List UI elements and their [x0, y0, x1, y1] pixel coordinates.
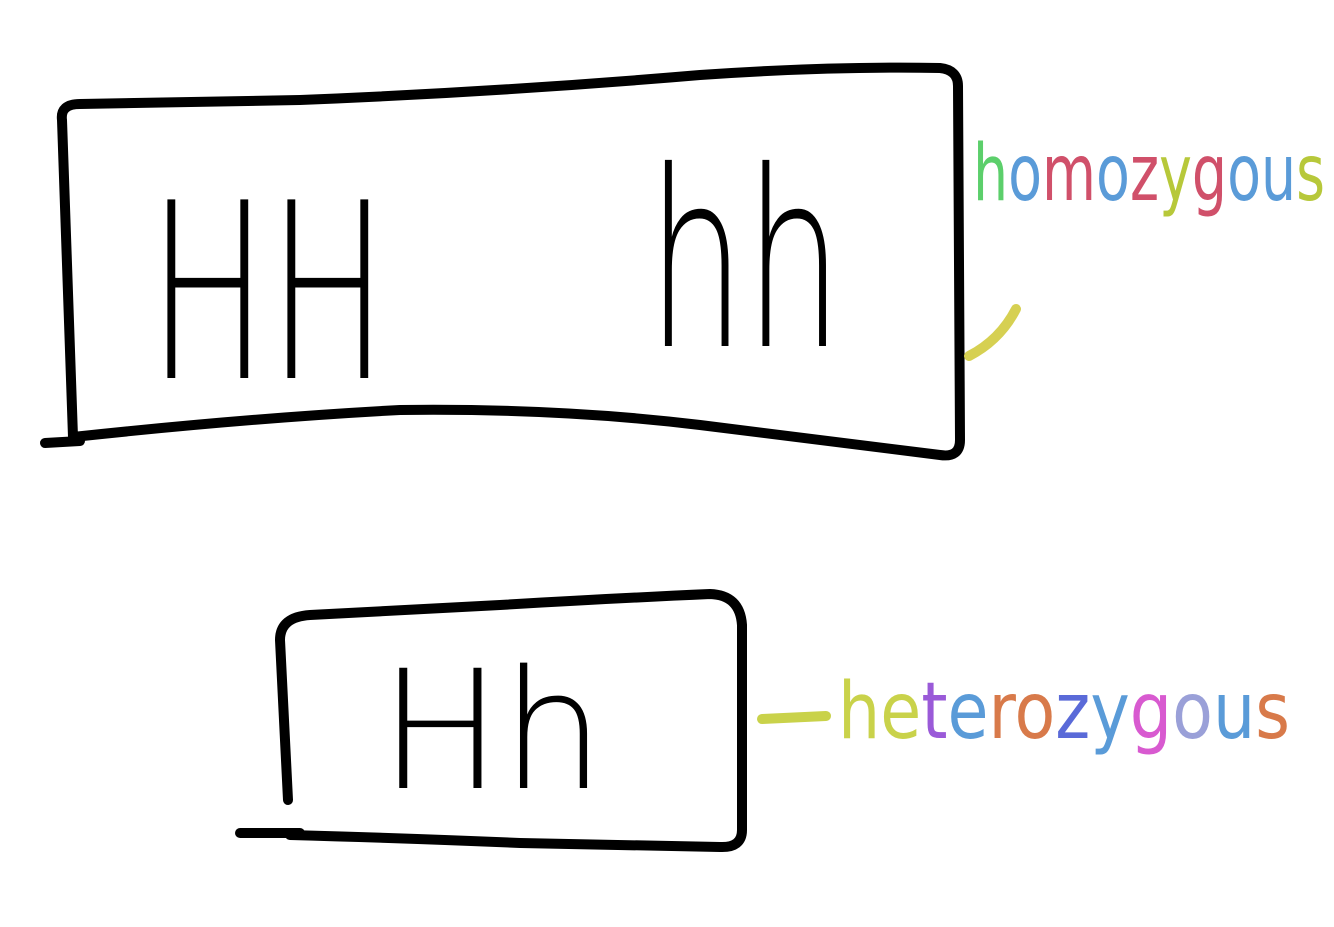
label-letter: u: [1261, 129, 1296, 219]
label-letter: s: [1255, 667, 1290, 757]
label-letter: o: [1014, 667, 1055, 757]
label-letter: s: [1296, 129, 1325, 219]
genotype-diagram: HH hh homozygous Hh heterozygous: [40, 62, 1325, 853]
heterozygous-label: heterozygous: [838, 667, 1290, 757]
homozygous-group: HH hh homozygous: [40, 62, 1325, 461]
label-letter: o: [1008, 129, 1042, 219]
homozygous-box-tail: [40, 436, 85, 448]
genotype-hh: hh: [648, 119, 843, 404]
label-letter: m: [1042, 129, 1096, 219]
label-letter: o: [1227, 129, 1261, 219]
label-letter: y: [1090, 667, 1129, 757]
homozygous-label: homozygous: [973, 129, 1325, 219]
label-letter: h: [838, 667, 880, 757]
label-letter: g: [1192, 129, 1227, 219]
label-letter: t: [921, 667, 947, 757]
label-letter: g: [1130, 667, 1172, 757]
label-letter: e: [880, 667, 921, 757]
label-letter: z: [1130, 129, 1159, 219]
heterozygous-bracket: [757, 711, 831, 724]
label-letter: r: [989, 667, 1017, 757]
label-letter: e: [947, 667, 988, 757]
homozygous-bracket: [964, 304, 1021, 361]
genotype-Hh: Hh: [380, 635, 605, 827]
label-letter: z: [1055, 667, 1090, 757]
label-letter: u: [1213, 667, 1255, 757]
hetero-label-text: heterozygous: [838, 667, 1290, 757]
label-letter: y: [1159, 129, 1192, 219]
genotype-HH: HH: [148, 151, 388, 436]
label-letter: o: [1172, 667, 1213, 757]
label-letter: h: [973, 129, 1008, 219]
homo-label-text: homozygous: [973, 129, 1325, 219]
heterozygous-group: Hh heterozygous: [235, 589, 1290, 853]
label-letter: o: [1096, 129, 1130, 219]
